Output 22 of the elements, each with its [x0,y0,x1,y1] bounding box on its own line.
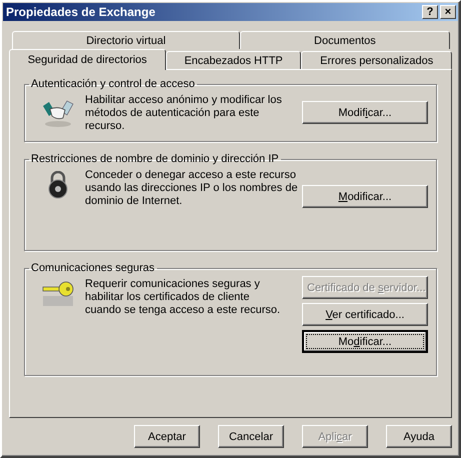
group-title: Restricciones de nombre de dominio y dirección IP [30,153,280,165]
description-text: Habilitar acceso anónimo y modificar los métodos de autenticación para este recurso. [85,94,283,133]
group-title: Autenticación y control de acceso [30,78,196,90]
tab[interactable]: Directorio virtual [12,31,240,49]
modify-button[interactable]: Ver certificado... [302,303,428,326]
group-title: Comunicaciones seguras [30,262,156,274]
tab[interactable]: Seguridad de directorios [9,49,166,70]
modify-button[interactable]: Modificar... [302,185,428,208]
tab[interactable]: Encabezados HTTP [166,51,302,69]
help-button[interactable]: ? [422,5,438,19]
window-title: Propiedades de Exchange [6,5,156,19]
tab[interactable]: Errores personalizados [301,51,452,69]
modify-button[interactable]: Modificar... [302,101,428,124]
dialog-button[interactable]: Ayuda [386,425,452,448]
dialog-button[interactable]: Cancelar [218,425,284,448]
modify-button[interactable]: Modificar... [302,330,428,353]
description-text: Conceder o denegar acceso a este recurso usando las direcciones IP o los nombres de dominio de Internet. [85,169,299,208]
dialog-button[interactable]: Aceptar [134,425,200,448]
description-text: Requerir comunicaciones seguras y habilitar los certificados de cliente cuando se tenga acceso a este recurso. [85,278,282,317]
close-button[interactable]: × [440,5,456,19]
tab[interactable]: Documentos [240,31,450,49]
padlock-icon [47,171,69,199]
